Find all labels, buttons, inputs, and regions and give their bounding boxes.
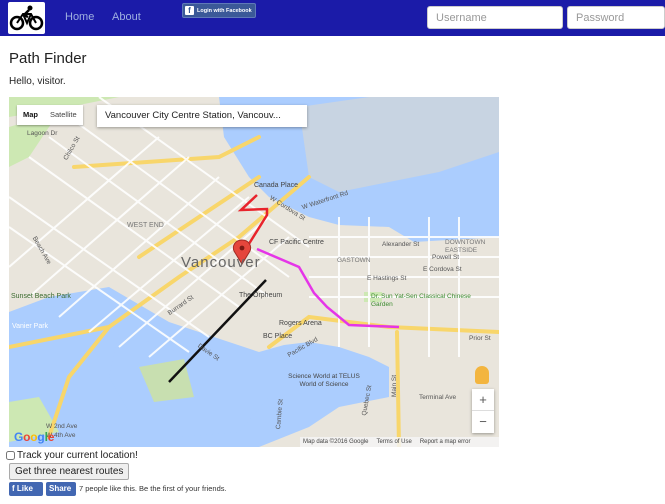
terms-of-use-link[interactable]: Terms of Use	[376, 437, 411, 447]
map-type-satellite-button[interactable]: Satellite	[44, 105, 83, 125]
google-logo: Google	[14, 430, 55, 444]
map-label-rogers: Rogers Arena	[279, 320, 322, 327]
map-type-map-button[interactable]: Map	[17, 105, 44, 125]
map-label-prior: Prior St	[469, 335, 491, 342]
password-input[interactable]	[567, 6, 665, 29]
map-label-orpheum: The Orpheum	[239, 292, 283, 299]
map-label-alexander: Alexander St	[382, 241, 420, 248]
map-label-bc-place: BC Place	[263, 333, 293, 340]
map-label-vancouver: Vancouver	[181, 254, 261, 271]
map-label-sun-yat-sen: Dr. Sun Yat-Sen Classical Chinese Garden	[371, 293, 471, 308]
nav-about-link[interactable]: About	[112, 11, 141, 23]
zoom-in-button[interactable]: +	[472, 389, 494, 411]
facebook-like-label: Like	[16, 484, 33, 493]
track-location-label: Track your current location!	[17, 450, 138, 461]
map-label-powell: Powell St	[432, 254, 460, 261]
map-label-cf-pacific: CF Pacific Centre	[269, 239, 324, 246]
facebook-login-button[interactable]: f Login with Facebook	[182, 3, 256, 18]
map-label-sunset-beach: Sunset Beach Park	[11, 293, 71, 300]
facebook-like-count: 7 people like this. Be the first of your…	[79, 484, 227, 493]
map-label-vanier: Vanier Park	[12, 323, 49, 330]
report-map-error-link[interactable]: Report a map error	[420, 437, 471, 447]
map-label-lagoon: Lagoon Dr	[27, 130, 58, 137]
page-title: Path Finder	[9, 50, 87, 67]
map-attribution: Map data ©2016 Google Terms of Use Repor…	[300, 437, 499, 447]
facebook-share-button[interactable]: Share	[46, 482, 76, 496]
facebook-icon: f	[12, 484, 15, 493]
get-routes-button[interactable]: Get three nearest routes	[9, 463, 130, 480]
map-label-west-end: WEST END	[127, 222, 164, 229]
greeting-text: Hello, visitor.	[9, 76, 66, 87]
map-label-main: Main St	[391, 374, 398, 397]
facebook-icon: f	[185, 6, 194, 15]
map-label-w-2nd: W 2nd Ave	[46, 423, 78, 430]
map-data-text: Map data ©2016 Google	[303, 439, 369, 445]
map-label-hastings: E Hastings St	[367, 275, 407, 282]
route-magenta-line	[256, 247, 400, 329]
map-label-terminal: Terminal Ave	[419, 394, 457, 401]
bicycle-icon[interactable]	[8, 2, 45, 34]
username-input[interactable]	[427, 6, 563, 29]
map-label-downtown-eastside: DOWNTOWN EASTSIDE	[445, 239, 486, 254]
track-location-checkbox[interactable]	[6, 451, 15, 460]
pegman-icon[interactable]	[475, 366, 489, 384]
facebook-like-button[interactable]: f Like	[9, 482, 43, 496]
navbar: Home About f Login with Facebook	[0, 0, 665, 36]
zoom-out-button[interactable]: −	[472, 411, 494, 432]
map-label-cordova: E Cordova St	[423, 266, 462, 273]
map-search-input[interactable]: Vancouver City Centre Station, Vancouv..…	[97, 105, 307, 127]
nav-home-link[interactable]: Home	[65, 11, 94, 23]
route-map[interactable]: Vancouver WEST END DOWNTOWN EASTSIDE GAS…	[9, 97, 499, 447]
track-location-row[interactable]: Track your current location!	[6, 450, 138, 461]
zoom-control: + −	[472, 389, 494, 433]
map-label-canada-place: Canada Place	[254, 182, 298, 189]
map-type-control: Map Satellite	[17, 105, 83, 125]
facebook-login-label: Login with Facebook	[197, 7, 252, 14]
map-label-gastown: GASTOWN	[337, 257, 371, 264]
map-label-science-world: Science World at TELUS World of Science	[288, 373, 360, 388]
